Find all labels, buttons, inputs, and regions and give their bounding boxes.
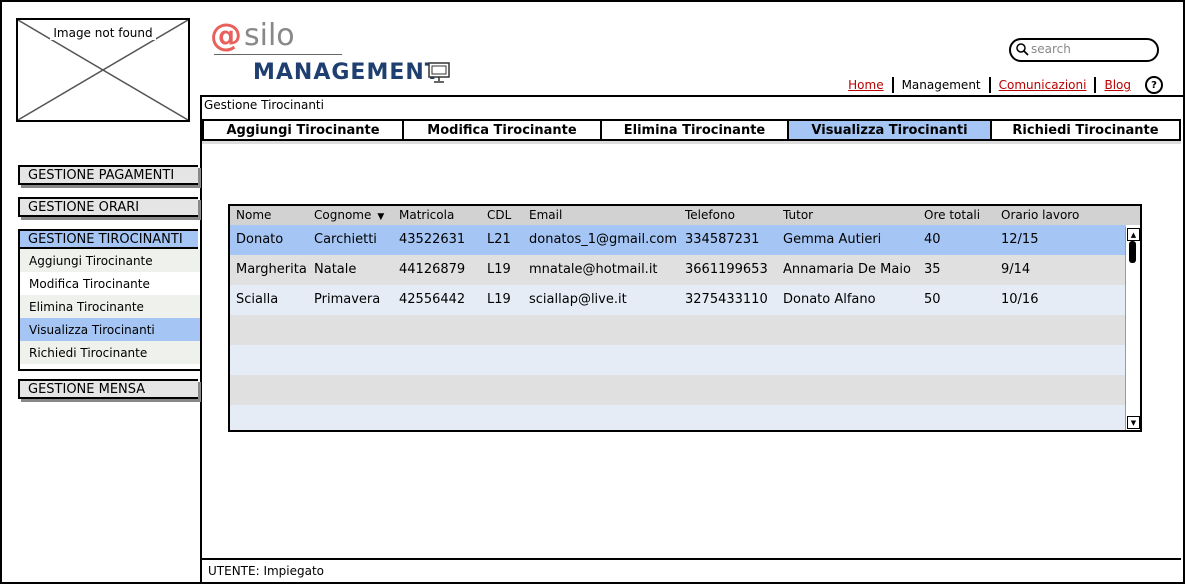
table-row-empty [230,345,1126,375]
help-icon[interactable]: ? [1145,76,1163,94]
table-row[interactable]: Margherita Natale 44126879 L19 mnatale@h… [230,255,1126,285]
logo-subtitle: MANAGEMENT [253,60,441,85]
sidebar-item-aggiungi[interactable]: Aggiungi Tirocinante [20,249,200,272]
cell-ore-totali: 35 [924,262,941,277]
sidebar-item-elimina[interactable]: Elimina Tirocinante [20,295,200,318]
cell-orario-lavoro: 9/14 [1001,262,1031,277]
cell-telefono: 3275433110 [685,292,768,307]
tab-visualizza[interactable]: Visualizza Tirocinanti [787,119,990,141]
sidebar-item-visualizza[interactable]: Visualizza Tirocinanti [20,318,200,341]
sidebar-gestione-mensa[interactable]: GESTIONE MENSA [18,379,198,399]
table-header: Nome Cognome ▼ Matricola CDL Email Telefo… [230,206,1140,225]
column-header-ore-totali[interactable]: Ore totali [924,206,980,225]
tirocinanti-table: Nome Cognome ▼ Matricola CDL Email Telefo… [228,204,1142,432]
column-header-cognome[interactable]: Cognome ▼ [314,206,384,227]
table-row-empty [230,375,1126,405]
table-row-empty [230,405,1126,430]
cell-email: mnatale@hotmail.it [529,262,658,277]
cell-tutor: Donato Alfano [783,292,876,307]
search-box[interactable] [1009,38,1159,62]
table-row[interactable]: Donato Carchietti 43522631 L21 donatos_1… [230,225,1126,255]
cell-tutor: Annamaria De Maio [783,262,911,277]
table-row[interactable]: Scialla Primavera 42556442 L19 sciallap@… [230,285,1126,315]
image-placeholder: Image not found [16,18,190,122]
cell-cdl: L19 [487,262,511,277]
breadcrumb: Gestione Tirocinanti [204,98,324,112]
sidebar-submenu: Aggiungi Tirocinante Modifica Tirocinant… [18,249,200,371]
column-header-tutor[interactable]: Tutor [783,206,813,225]
nav-management[interactable]: Management [894,78,989,92]
cell-nome: Donato [236,232,284,247]
logo-underline [214,54,342,55]
logo-name: silo [244,18,295,53]
cell-cdl: L19 [487,292,511,307]
nav-comunicazioni-link[interactable]: Comunicazioni [991,78,1095,92]
cell-cdl: L21 [487,232,511,247]
tab-bar: Aggiungi Tirocinante Modifica Tirocinant… [202,119,1181,141]
scroll-up-icon[interactable]: ▲ [1127,228,1140,241]
column-header-nome[interactable]: Nome [236,206,271,225]
sidebar-gestione-orari[interactable]: GESTIONE ORARI [18,197,198,217]
cell-orario-lavoro: 10/16 [1001,292,1039,307]
cell-matricola: 44126879 [399,262,466,277]
cell-nome: Margherita [236,262,307,277]
search-icon [1016,43,1029,56]
column-header-cdl[interactable]: CDL [487,206,511,225]
scrollbar-thumb[interactable] [1129,241,1136,263]
sidebar-item-richiedi[interactable]: Richiedi Tirocinante [20,341,200,364]
cell-email: donatos_1@gmail.com [529,232,678,247]
cell-email: sciallap@live.it [529,292,627,307]
cell-cognome: Natale [314,262,357,277]
column-header-email[interactable]: Email [529,206,562,225]
sort-desc-icon: ▼ [377,212,385,222]
sidebar-gestione-pagamenti[interactable]: GESTIONE PAGAMENTI [18,165,198,185]
logo: @ silo [210,16,295,54]
table-scrollbar[interactable]: ▲ ▼ [1125,227,1140,430]
search-input[interactable] [1031,41,1149,57]
cell-ore-totali: 40 [924,232,941,247]
sidebar-gestione-tirocinanti[interactable]: GESTIONE TIROCINANTI [18,229,198,249]
status-footer: UTENTE: Impiegato [200,558,1181,582]
column-header-telefono[interactable]: Telefono [685,206,735,225]
top-nav: Home Management Comunicazioni Blog ? [840,76,1163,94]
cell-cognome: Primavera [314,292,381,307]
cell-matricola: 43522631 [399,232,466,247]
column-header-cognome-label: Cognome [314,208,372,222]
tab-elimina[interactable]: Elimina Tirocinante [600,119,787,141]
tab-modifica[interactable]: Modifica Tirocinante [402,119,600,141]
nav-blog-link[interactable]: Blog [1096,78,1139,92]
scroll-down-icon[interactable]: ▼ [1127,416,1140,429]
cell-nome: Scialla [236,292,279,307]
sidebar-item-modifica[interactable]: Modifica Tirocinante [20,272,200,295]
cell-matricola: 42556442 [399,292,466,307]
cell-cognome: Carchietti [314,232,377,247]
tab-richiedi[interactable]: Richiedi Tirocinante [990,119,1181,141]
cell-ore-totali: 50 [924,292,941,307]
column-header-orario-lavoro[interactable]: Orario lavoro [1001,206,1079,225]
cell-orario-lavoro: 12/15 [1001,232,1039,247]
cell-tutor: Gemma Autieri [783,232,882,247]
tab-aggiungi[interactable]: Aggiungi Tirocinante [202,119,402,141]
table-row-empty [230,315,1126,345]
monitor-icon [428,62,450,83]
image-placeholder-label: Image not found [50,26,156,40]
nav-home-link[interactable]: Home [840,78,891,92]
cell-telefono: 334587231 [685,232,760,247]
tab-bar-shadow [202,141,1181,145]
logo-at: @ [210,16,242,54]
cell-telefono: 3661199653 [685,262,768,277]
column-header-matricola[interactable]: Matricola [399,206,454,225]
